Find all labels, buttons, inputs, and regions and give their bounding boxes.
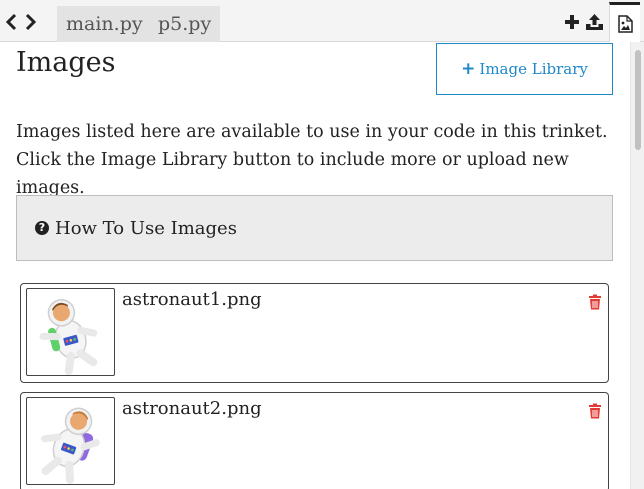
chevron-right-icon[interactable] [24, 13, 38, 31]
image-library-button[interactable]: + Image Library [436, 43, 613, 95]
image-list-item: astronaut1.png [20, 283, 609, 383]
image-thumbnail [26, 397, 115, 485]
tab-assets[interactable] [609, 2, 640, 42]
image-file-icon [618, 15, 633, 33]
image-list-item: astronaut2.png [20, 392, 609, 489]
image-library-label: Image Library [479, 60, 588, 78]
tab-main-py[interactable]: main.py [57, 6, 152, 42]
plus-icon[interactable] [563, 13, 581, 31]
description-line-2: Click the Image Library button to includ… [16, 150, 569, 198]
tab-p5-py[interactable]: p5.py [149, 6, 221, 42]
image-filename: astronaut2.png [122, 398, 262, 419]
trash-icon[interactable] [588, 403, 602, 419]
description: Images listed here are available to use … [16, 118, 626, 202]
plus-icon: + [461, 59, 476, 79]
editor-tab-bar: main.py p5.py [0, 0, 644, 42]
question-circle-icon: ? [35, 221, 49, 235]
image-thumbnail [26, 288, 115, 376]
how-to-use-images-toggle[interactable]: ? How To Use Images [16, 195, 613, 261]
scrollbar-thumb[interactable] [635, 50, 641, 150]
chevron-left-icon[interactable] [4, 13, 18, 31]
description-line-1: Images listed here are available to use … [16, 122, 608, 142]
trash-icon[interactable] [588, 294, 602, 310]
assets-panel: Images + Image Library Images listed her… [0, 42, 630, 489]
page-title: Images [16, 47, 116, 78]
how-to-use-images-label: How To Use Images [55, 217, 237, 239]
vertical-scrollbar[interactable] [630, 42, 644, 489]
upload-icon[interactable] [585, 13, 603, 31]
image-filename: astronaut1.png [122, 289, 262, 310]
